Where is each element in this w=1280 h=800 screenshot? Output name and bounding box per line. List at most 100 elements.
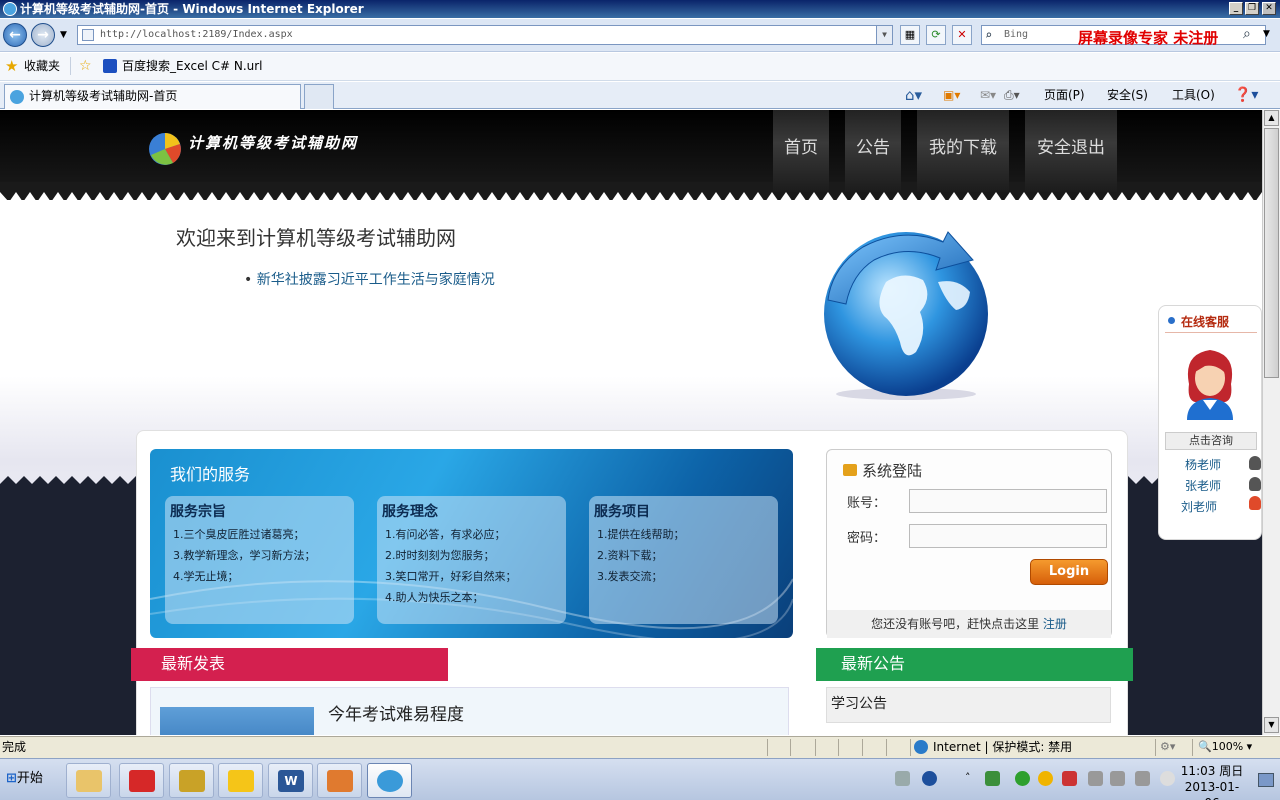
taskbar-tools[interactable] xyxy=(169,763,214,798)
nav-my-downloads[interactable]: 我的下载 xyxy=(917,110,1009,192)
taskbar-notes[interactable] xyxy=(218,763,263,798)
tray-weather-icon[interactable] xyxy=(1160,771,1175,786)
address-input[interactable]: http://localhost:2189/Index.aspx ▼ xyxy=(77,25,893,45)
tray-icon[interactable] xyxy=(895,771,910,786)
latest-post-title[interactable]: 今年考试难易程度 xyxy=(328,700,464,725)
divider xyxy=(838,739,839,756)
new-tab-button[interactable] xyxy=(304,84,334,109)
compatibility-view-button[interactable]: ▦ xyxy=(900,25,920,45)
app-icon xyxy=(327,770,353,792)
history-dropdown-icon[interactable]: ▼ xyxy=(60,30,67,40)
popup-blocker-icon[interactable]: ⚙▾ xyxy=(1160,737,1175,757)
tray-icon[interactable] xyxy=(1015,771,1030,786)
print-icon[interactable]: ⎙▾ xyxy=(1004,85,1020,105)
zoom-level: 100% xyxy=(1211,740,1244,753)
search-options-icon[interactable]: ▼ xyxy=(1263,29,1270,39)
nav-notice[interactable]: 公告 xyxy=(845,110,901,192)
favorites-link[interactable]: 百度搜索_Excel C# N.url xyxy=(122,53,263,79)
login-button[interactable]: Login xyxy=(1030,559,1108,585)
restore-button[interactable]: ❐ xyxy=(1245,2,1259,15)
show-desktop-button[interactable] xyxy=(1258,773,1274,787)
tray-icon[interactable] xyxy=(1088,771,1103,786)
start-button[interactable]: ⊞开始 xyxy=(2,767,52,793)
browser-status-bar: 完成 Internet | 保护模式: 禁用 ⚙▾ 🔍100% ▾ xyxy=(0,736,1280,758)
taskbar-clock[interactable]: 11:03 周日 2013-01-06 xyxy=(1180,763,1244,800)
news-item-link[interactable]: 新华社披露习近平工作生活与家庭情况 xyxy=(257,272,495,288)
web-page: 计算机等级考试辅助网 首页 公告 我的下载 安全退出 欢迎来到计算机等级考试辅助… xyxy=(0,110,1262,735)
add-favorite-icon[interactable]: ☆ xyxy=(79,53,92,79)
scroll-up-arrow[interactable]: ▲ xyxy=(1264,110,1279,126)
taskbar-ie[interactable] xyxy=(367,763,412,798)
taskbar-app-red[interactable] xyxy=(119,763,164,798)
search-provider-icon: ⌕ xyxy=(985,28,993,42)
page-scrollbar[interactable]: ▲ ▼ xyxy=(1262,110,1280,735)
tray-icon[interactable] xyxy=(985,771,1000,786)
scroll-thumb[interactable] xyxy=(1264,128,1279,378)
latest-post-thumbnail[interactable] xyxy=(160,707,314,735)
service-heading: 服务宗旨 xyxy=(170,504,226,520)
safety-menu[interactable]: 安全(S) xyxy=(1107,85,1148,105)
account-input[interactable] xyxy=(909,489,1107,513)
taskbar-word[interactable]: W xyxy=(268,763,313,798)
taskbar-app-9[interactable] xyxy=(317,763,362,798)
service-line: 3.发表交流； xyxy=(597,570,663,583)
divider xyxy=(767,739,768,756)
nav-logout[interactable]: 安全退出 xyxy=(1025,110,1117,192)
stop-button[interactable]: ✕ xyxy=(952,25,972,45)
notes-icon xyxy=(228,770,254,792)
favorites-button[interactable]: 收藏夹 xyxy=(24,53,60,79)
service-box-philosophy: 服务理念 1.有问必答，有求必应； 2.时时刻刻为您服务； 3.笑口常开，好彩自… xyxy=(377,496,566,624)
service-box-items: 服务项目 1.提供在线帮助； 2.资料下载； 3.发表交流； xyxy=(589,496,778,624)
tray-volume-icon[interactable] xyxy=(1110,771,1125,786)
password-label: 密码： xyxy=(847,531,887,546)
tab-current[interactable]: 计算机等级考试辅助网-首页 xyxy=(4,84,301,109)
refresh-button[interactable]: ⟳ xyxy=(926,25,946,45)
internet-zone-icon xyxy=(914,740,928,754)
tray-help-icon[interactable] xyxy=(922,771,937,786)
qq-icon xyxy=(1249,477,1261,491)
scroll-down-arrow[interactable]: ▼ xyxy=(1264,717,1279,733)
announcement-item[interactable]: 学习公告 xyxy=(826,687,1111,723)
tab-row: 计算机等级考试辅助网-首页 ⌂▾ ▣▾ ✉▾ ⎙▾ 页面(P) 安全(S) 工具… xyxy=(0,82,1280,109)
site-logo-text[interactable]: 计算机等级考试辅助网 xyxy=(188,132,358,153)
service-line: 1.三个臭皮匠胜过诸葛亮； xyxy=(173,528,305,541)
address-text: http://localhost:2189/Index.aspx xyxy=(100,29,293,40)
search-icon[interactable]: ⌕ xyxy=(1243,26,1251,42)
help-icon[interactable]: ❓▾ xyxy=(1234,85,1258,105)
nav-home[interactable]: 首页 xyxy=(773,110,829,192)
feeds-icon[interactable]: ▣▾ xyxy=(943,85,960,105)
zoom-control[interactable]: 🔍100% ▾ xyxy=(1198,737,1252,757)
minimize-button[interactable]: _ xyxy=(1229,2,1243,15)
window-title-bar[interactable]: 计算机等级考试辅助网-首页 - Windows Internet Explore… xyxy=(0,0,1280,18)
close-window-button[interactable]: ✕ xyxy=(1262,2,1276,15)
tools-menu[interactable]: 工具(O) xyxy=(1172,85,1215,105)
tray-network-icon[interactable] xyxy=(1135,771,1150,786)
login-title: 系统登陆 xyxy=(862,462,923,480)
consult-button[interactable]: 点击咨询 xyxy=(1165,432,1257,450)
status-text: 完成 xyxy=(2,740,27,754)
page-menu[interactable]: 页面(P) xyxy=(1044,85,1085,105)
tray-icon[interactable] xyxy=(1062,771,1077,786)
services-title: 我们的服务 xyxy=(170,465,251,484)
security-zone-text[interactable]: Internet | 保护模式: 禁用 xyxy=(933,737,1072,757)
password-input[interactable] xyxy=(909,524,1107,548)
taskbar-explorer[interactable] xyxy=(66,763,111,798)
service-line: 4.助人为快乐之本； xyxy=(385,591,484,604)
site-logo-icon xyxy=(149,133,181,165)
forward-button[interactable]: → xyxy=(31,23,55,47)
address-dropdown-icon[interactable]: ▼ xyxy=(876,26,892,44)
back-button[interactable]: ← xyxy=(3,23,27,47)
service-line: 2.时时刻刻为您服务； xyxy=(385,549,495,562)
mail-icon[interactable]: ✉▾ xyxy=(980,85,996,105)
service-box-purpose: 服务宗旨 1.三个臭皮匠胜过诸葛亮； 3.教学新理念，学习新方法； 4.学无止境… xyxy=(165,496,354,624)
tray-expand-icon[interactable]: ˄ xyxy=(965,771,980,786)
home-icon[interactable]: ⌂▾ xyxy=(905,85,922,105)
teacher-link-liu[interactable]: 刘老师 xyxy=(1181,498,1217,515)
tray-qq-icon[interactable] xyxy=(1038,771,1053,786)
teacher-link-yang[interactable]: 杨老师 xyxy=(1185,456,1221,473)
teacher-link-zhang[interactable]: 张老师 xyxy=(1185,477,1221,494)
search-placeholder: Bing xyxy=(1004,29,1029,40)
bullet: • xyxy=(244,272,257,288)
register-link[interactable]: 注册 xyxy=(1043,617,1067,631)
ie-taskbar-icon xyxy=(377,770,403,792)
